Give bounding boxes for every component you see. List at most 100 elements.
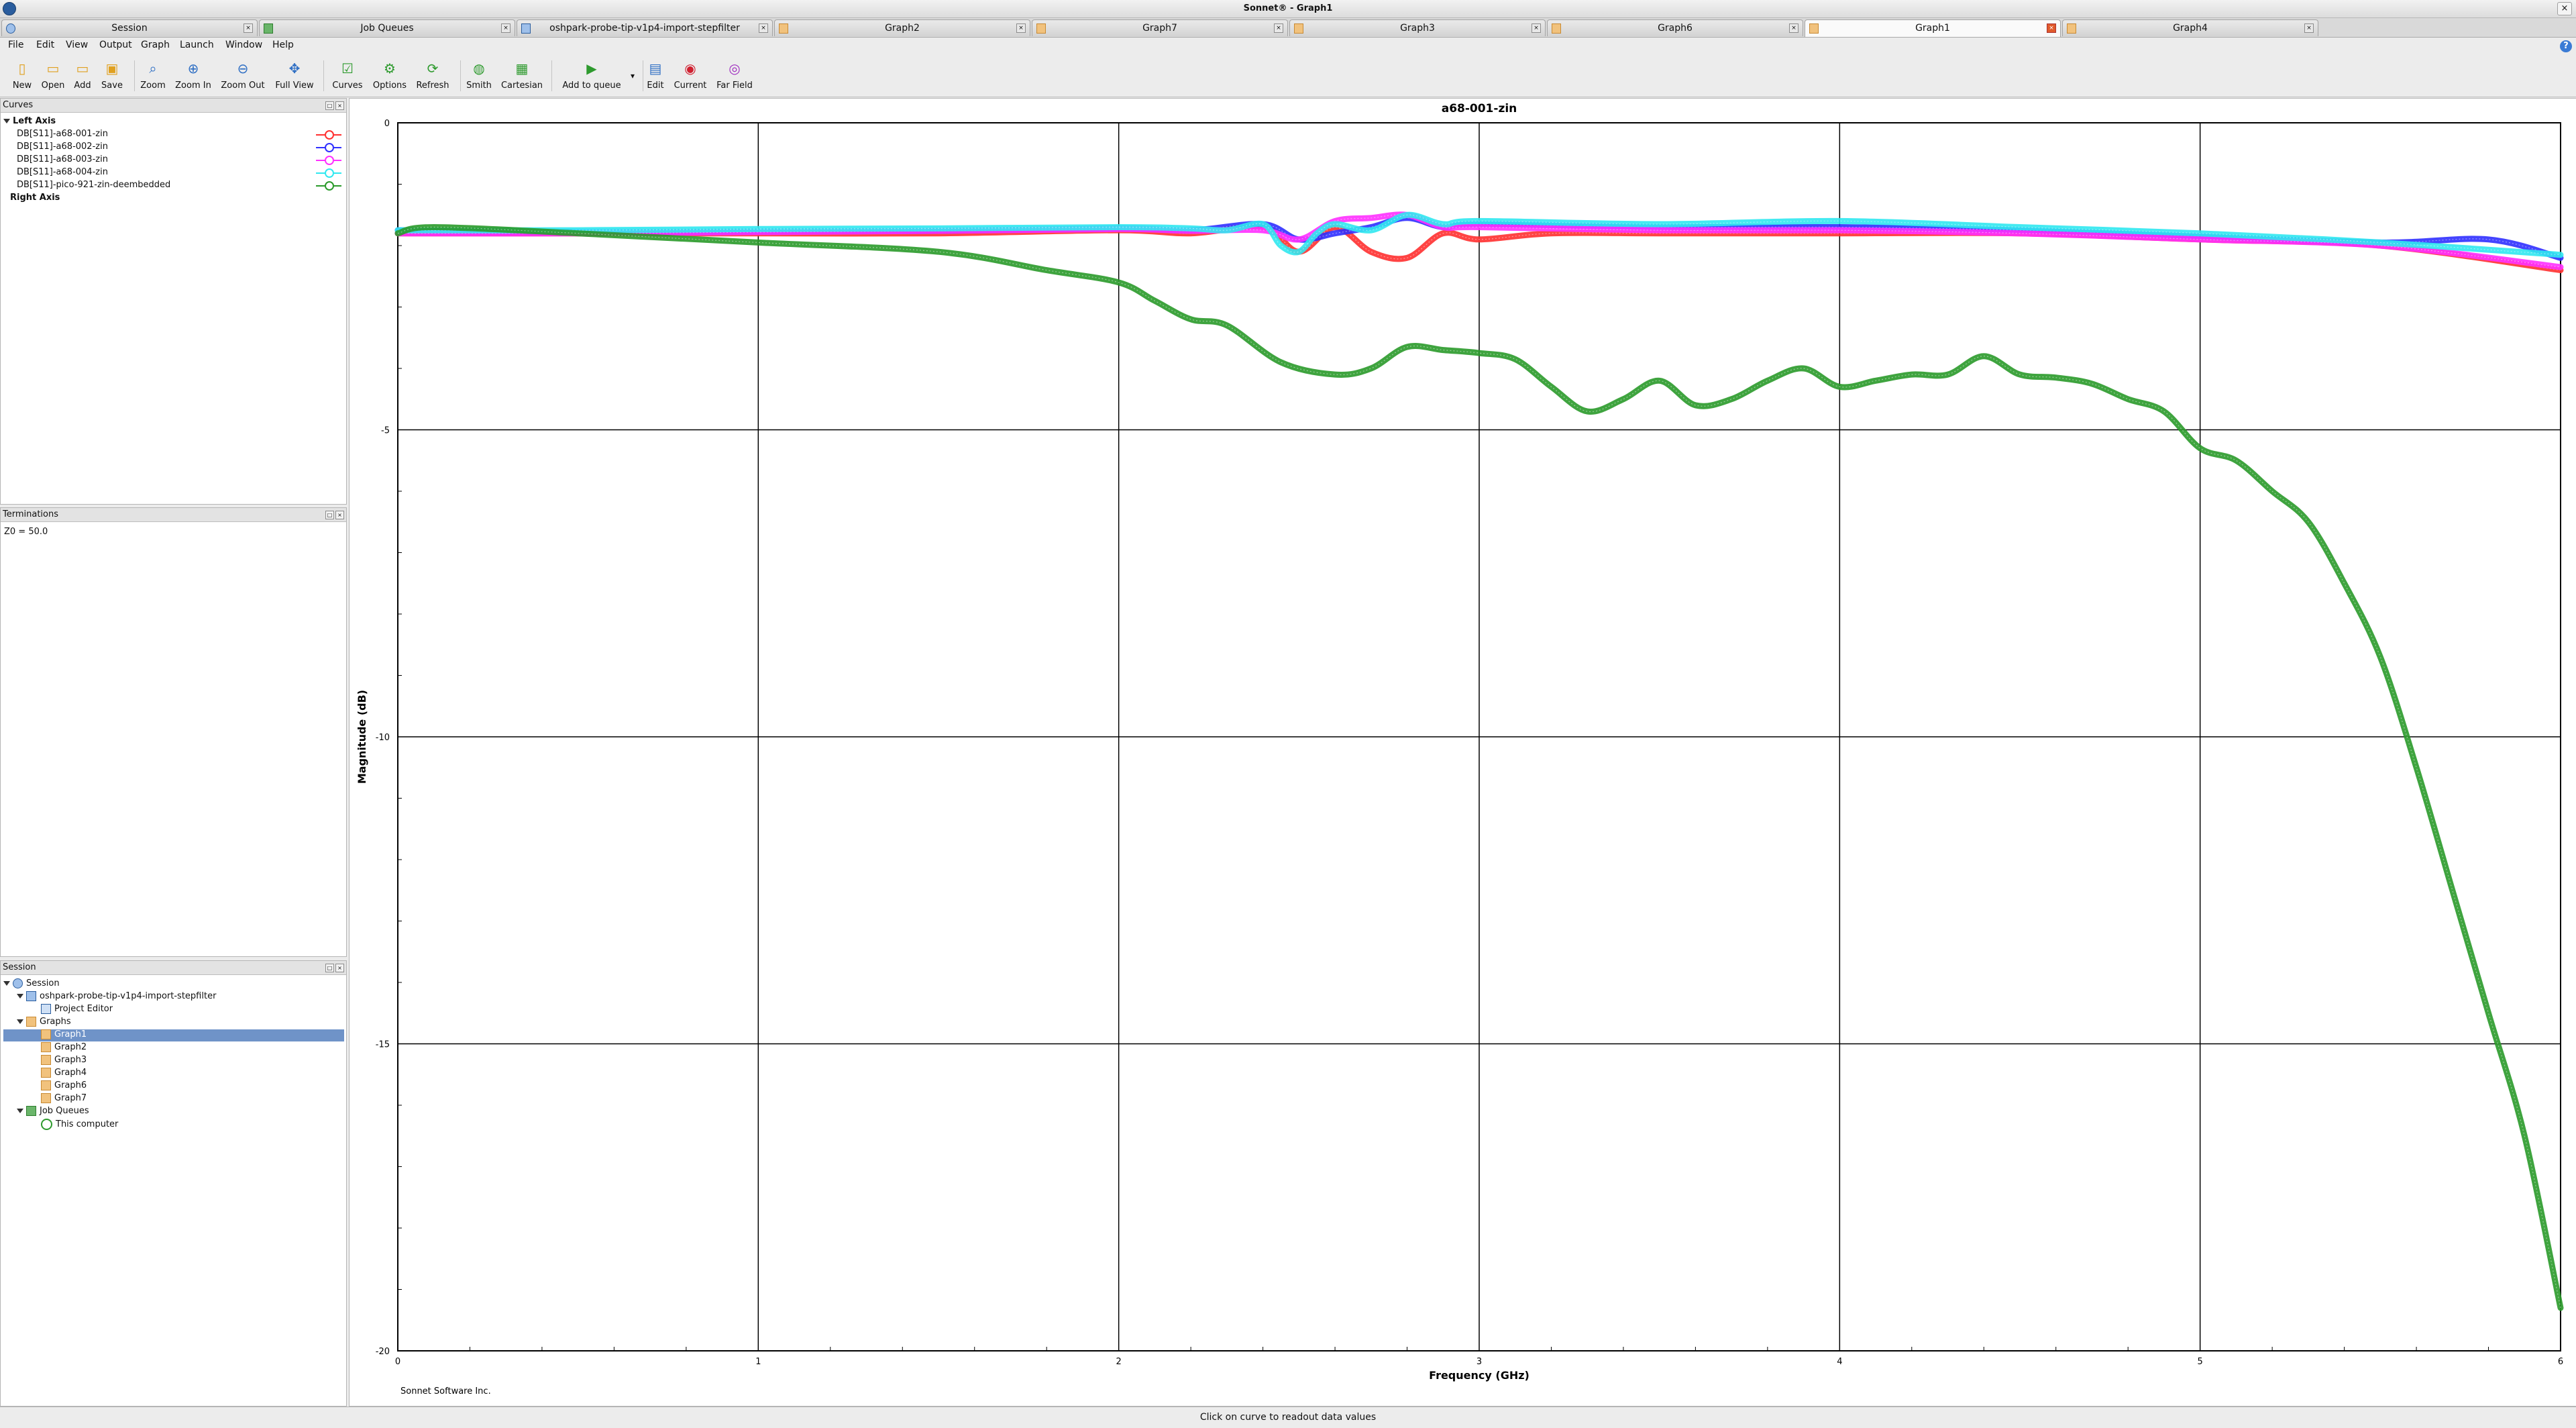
tree-graphs[interactable]: Graphs xyxy=(17,1017,71,1027)
zoom-in-icon: ⊕ xyxy=(187,60,199,76)
curves-panel: Curves □ × Left Axis DB[S11]-a68-001-zin… xyxy=(0,98,347,505)
tree-graph2[interactable]: Graph2 xyxy=(41,1042,87,1052)
curve-swatch-5 xyxy=(316,181,341,191)
job-queue-icon xyxy=(264,23,273,34)
refresh-button[interactable]: ⟳ Refresh xyxy=(409,60,456,91)
close-panel-icon[interactable]: × xyxy=(335,964,344,972)
menu-view[interactable]: View xyxy=(66,40,88,50)
tree-graph4[interactable]: Graph4 xyxy=(41,1068,87,1078)
menu-graph[interactable]: Graph xyxy=(141,40,170,50)
x-tick-label: 6 xyxy=(2558,1357,2563,1367)
curve-item-1[interactable]: DB[S11]-a68-001-zin xyxy=(17,129,108,139)
graph-icon xyxy=(2067,23,2076,34)
tree-session[interactable]: Session xyxy=(3,978,60,988)
y-tick-label: -10 xyxy=(376,733,390,743)
s-parameter-chart[interactable]: 0 1 2 3 4 5 6 0 -5 -10 -15 -20 a68-001-zin Frequenc… xyxy=(350,99,2576,1406)
tab-close-icon[interactable]: × xyxy=(2047,23,2056,33)
refresh-icon: ⟳ xyxy=(427,60,439,76)
curve-swatch-1 xyxy=(316,130,341,140)
close-panel-icon[interactable]: × xyxy=(335,511,344,519)
tree-graph7[interactable]: Graph7 xyxy=(41,1093,87,1103)
tab-project[interactable]: oshpark-probe-tip-v1p4-import-stepfilter… xyxy=(517,19,773,36)
save-icon: ▣ xyxy=(105,60,119,76)
toolbar-separator xyxy=(551,60,552,91)
tree-graph6[interactable]: Graph6 xyxy=(41,1080,87,1090)
current-button[interactable]: ◉ Current xyxy=(667,60,714,91)
zoom-in-button[interactable]: ⊕ Zoom In xyxy=(170,60,217,91)
current-icon: ◉ xyxy=(684,60,696,76)
session-icon xyxy=(13,978,23,988)
help-icon[interactable]: ? xyxy=(2560,40,2572,52)
tab-close-icon[interactable]: × xyxy=(1274,23,1283,33)
menu-edit[interactable]: Edit xyxy=(36,40,54,50)
far-field-button[interactable]: ◎ Far Field xyxy=(711,60,758,91)
check-icon xyxy=(41,1119,52,1130)
tab-close-icon[interactable]: × xyxy=(1016,23,1026,33)
curve-item-3[interactable]: DB[S11]-a68-003-zin xyxy=(17,154,108,164)
left-axis-node[interactable]: Left Axis xyxy=(3,116,56,126)
window-close-button[interactable]: × xyxy=(2557,2,2572,15)
tree-graph1[interactable]: Graph1 xyxy=(41,1029,87,1039)
tab-session[interactable]: Session × xyxy=(1,19,258,36)
tab-close-icon[interactable]: × xyxy=(2304,23,2314,33)
float-panel-icon[interactable]: □ xyxy=(325,511,334,519)
tab-graph7[interactable]: Graph7 × xyxy=(1032,19,1288,36)
tree-job-queues[interactable]: Job Queues xyxy=(17,1106,89,1116)
menu-output[interactable]: Output xyxy=(99,40,132,50)
cartesian-button[interactable]: ▦ Cartesian xyxy=(498,60,545,91)
tree-project[interactable]: oshpark-probe-tip-v1p4-import-stepfilter xyxy=(17,991,216,1001)
full-view-icon: ✥ xyxy=(288,60,301,76)
expand-arrow-icon xyxy=(17,1019,23,1024)
tab-graph2[interactable]: Graph2 × xyxy=(774,19,1030,36)
graph-area[interactable]: 0 1 2 3 4 5 6 0 -5 -10 -15 -20 a68-001-zin Frequenc… xyxy=(349,98,2576,1407)
right-axis-node[interactable]: Right Axis xyxy=(10,193,60,203)
tab-close-icon[interactable]: × xyxy=(1789,23,1799,33)
curve-item-4[interactable]: DB[S11]-a68-004-zin xyxy=(17,167,108,177)
float-panel-icon[interactable]: □ xyxy=(325,964,334,972)
tab-graph3[interactable]: Graph3 × xyxy=(1289,19,1546,36)
x-tick-label: 1 xyxy=(755,1357,761,1367)
chart-title: a68-001-zin xyxy=(1442,102,1517,115)
y-tick-label: -5 xyxy=(381,426,390,436)
smith-button[interactable]: ◍ Smith xyxy=(455,60,502,91)
x-axis-label: Frequency (GHz) xyxy=(1429,1369,1529,1382)
tab-close-icon[interactable]: × xyxy=(759,23,768,33)
sonnet-logo-icon xyxy=(3,2,16,15)
menu-help[interactable]: Help xyxy=(272,40,294,50)
graphs-folder-icon xyxy=(26,1017,36,1027)
tree-project-editor[interactable]: Project Editor xyxy=(41,1004,113,1014)
menu-launch[interactable]: Launch xyxy=(180,40,214,50)
tab-close-icon[interactable]: × xyxy=(501,23,511,33)
curves-icon: ☑ xyxy=(341,60,354,76)
menu-file[interactable]: File xyxy=(8,40,23,50)
tab-graph4[interactable]: Graph4 × xyxy=(2062,19,2318,36)
close-panel-icon[interactable]: × xyxy=(335,101,344,110)
curve-item-5[interactable]: DB[S11]-pico-921-zin-deembedded xyxy=(17,180,170,190)
tab-job-queues[interactable]: Job Queues × xyxy=(259,19,515,36)
smith-chart-icon: ◍ xyxy=(473,60,485,76)
zoom-out-button[interactable]: ⊖ Zoom Out xyxy=(219,60,266,91)
tree-graph3[interactable]: Graph3 xyxy=(41,1055,87,1065)
status-bar: Click on curve to readout data values xyxy=(0,1407,2576,1428)
curve-item-2[interactable]: DB[S11]-a68-002-zin xyxy=(17,142,108,152)
tree-this-computer[interactable]: This computer xyxy=(41,1119,118,1130)
float-panel-icon[interactable]: □ xyxy=(325,101,334,110)
save-button[interactable]: ▣ Save xyxy=(89,60,136,91)
tab-graph1[interactable]: Graph1 × xyxy=(1805,19,2061,37)
graph-icon xyxy=(779,23,788,34)
options-button[interactable]: ⚙ Options xyxy=(366,60,413,91)
tab-close-icon[interactable]: × xyxy=(244,23,253,33)
add-to-queue-button[interactable]: ▶ Add to queue xyxy=(558,60,625,91)
menu-window[interactable]: Window xyxy=(225,40,262,50)
y-tick-label: -15 xyxy=(376,1040,390,1050)
tab-close-icon[interactable]: × xyxy=(1532,23,1541,33)
editor-icon xyxy=(41,1004,51,1014)
full-view-button[interactable]: ✥ Full View xyxy=(271,60,318,91)
curves-button[interactable]: ☑ Curves xyxy=(324,60,371,91)
window-title-bar: Sonnet® - Graph1 xyxy=(0,0,2576,18)
expand-arrow-icon xyxy=(3,119,10,123)
graph-icon xyxy=(41,1029,51,1039)
tab-graph6[interactable]: Graph6 × xyxy=(1547,19,1803,36)
x-tick-label: 3 xyxy=(1477,1357,1482,1367)
edit-icon: ▤ xyxy=(649,60,662,76)
